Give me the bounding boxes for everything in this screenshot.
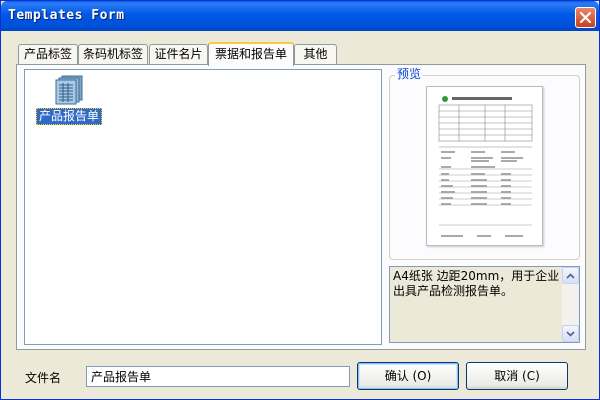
scroll-up-button[interactable] [562, 267, 579, 284]
document-stack-icon [55, 75, 83, 105]
description-scrollbar[interactable] [562, 267, 579, 342]
tab-barcode-labels[interactable]: 条码机标签 [78, 44, 148, 64]
tab-label: 产品标签 [23, 47, 72, 61]
cancel-button[interactable]: 取消 (C) [466, 362, 568, 390]
template-list[interactable]: 产品报告单 [24, 69, 382, 345]
preview-legend: 预览 [395, 67, 424, 81]
file-name-input[interactable] [86, 366, 350, 387]
file-name-label: 文件名 [25, 371, 62, 385]
templates-form-window: Templates Form 产品标签 条码机标签 证件名片 票据和报告单 其他 [0, 0, 600, 400]
description-text: A4纸张 边距20mm，用于企业出具产品检测报告单。 [393, 269, 560, 298]
window-title: Templates Form [8, 8, 125, 23]
tab-product-labels[interactable]: 产品标签 [18, 44, 78, 64]
close-button[interactable] [575, 7, 596, 28]
tab-label: 证件名片 [154, 47, 203, 61]
chevron-up-icon [566, 272, 575, 279]
chevron-down-icon [566, 330, 575, 337]
title-bar[interactable]: Templates Form [1, 1, 599, 31]
close-icon [580, 12, 591, 23]
preview-document-image [438, 96, 533, 237]
description-box[interactable]: A4纸张 边距20mm，用于企业出具产品检测报告单。 [389, 266, 580, 343]
list-item[interactable]: 产品报告单 [33, 74, 105, 125]
tab-id-cards[interactable]: 证件名片 [149, 44, 208, 64]
tab-receipts-reports[interactable]: 票据和报告单 [208, 42, 294, 66]
tab-other[interactable]: 其他 [294, 44, 337, 64]
ok-button[interactable]: 确认 (O) [357, 362, 459, 390]
tab-label: 其他 [303, 47, 328, 61]
preview-thumbnail [426, 86, 543, 246]
preview-group [389, 75, 580, 260]
tab-label: 条码机标签 [82, 47, 143, 61]
tab-panel: 产品报告单 预览 A4纸张 边距20mm，用于企业出具产品检测报告单。 [16, 64, 586, 350]
tab-label: 票据和报告单 [214, 47, 287, 61]
scroll-down-button[interactable] [562, 325, 579, 342]
list-item-label: 产品报告单 [35, 108, 102, 125]
